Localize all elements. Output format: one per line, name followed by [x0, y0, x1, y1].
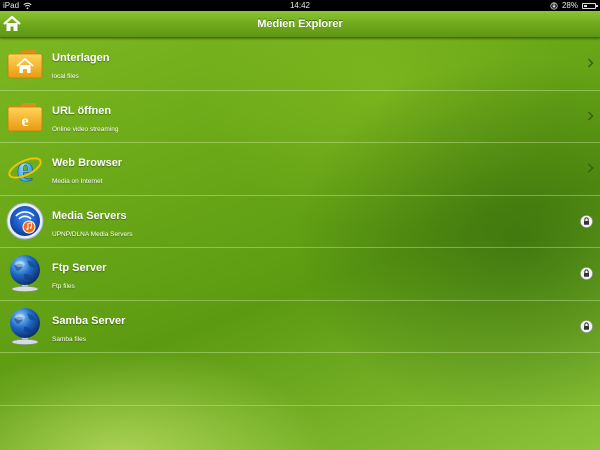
lock-icon: [580, 319, 593, 333]
list-item-web-browser[interactable]: e Web Browser Media on Internet: [0, 143, 600, 196]
svg-text:e: e: [21, 113, 28, 130]
item-title: Samba Server: [52, 314, 126, 327]
lock-icon: [580, 214, 593, 228]
status-time: 14:42: [289, 1, 311, 10]
battery-icon: [582, 2, 598, 9]
list-item-samba-server[interactable]: Samba Server Samba files: [0, 301, 600, 353]
item-title: Unterlagen: [52, 52, 110, 64]
navigation-bar: Medien Explorer: [0, 11, 600, 38]
item-subtitle: UPNP/DLNA Media Servers: [52, 230, 133, 238]
item-subtitle: Online video streaming: [52, 125, 119, 133]
list-item-unterlagen[interactable]: Unterlagen local files: [0, 38, 600, 91]
status-right: 28%: [550, 0, 598, 11]
media-server-icon: [6, 202, 44, 239]
battery-level: [584, 4, 587, 7]
battery-percent: 28%: [561, 1, 578, 10]
chevron-right-icon: [587, 110, 594, 121]
browser-icon: e: [8, 149, 42, 187]
page-title: Medien Explorer: [257, 18, 343, 30]
globe-server-icon: [10, 255, 40, 292]
item-subtitle: Ftp files: [52, 283, 75, 290]
app-screen: iPad 14:42 28% Medien Explorer Unterlage…: [0, 0, 600, 450]
url-folder-icon: e: [7, 102, 43, 131]
globe-server-icon: [10, 307, 40, 345]
list-item-ftp-server[interactable]: Ftp Server Ftp files: [0, 248, 600, 301]
chevron-right-icon: [587, 163, 594, 173]
item-subtitle: Samba files: [52, 335, 86, 343]
item-title: Ftp Server: [52, 262, 107, 274]
svg-text:e: e: [17, 149, 34, 187]
list-item-media-servers[interactable]: Media Servers UPNP/DLNA Media Servers: [0, 196, 600, 248]
item-title: URL öffnen: [52, 104, 112, 117]
status-bar: iPad 14:42 28%: [0, 0, 600, 11]
home-folder-icon: [7, 50, 43, 79]
item-subtitle: local files: [52, 73, 79, 80]
source-list: Unterlagen local files e URL öffnen Onli…: [0, 38, 600, 406]
lock-icon: [580, 267, 593, 280]
chevron-right-icon: [587, 58, 594, 68]
rotation-lock-icon: [550, 1, 558, 10]
empty-row: [0, 353, 600, 406]
item-subtitle: Media on Internet: [52, 178, 103, 185]
item-title: Web Browser: [52, 157, 123, 169]
list-item-url-oeffnen[interactable]: e URL öffnen Online video streaming: [0, 91, 600, 143]
item-title: Media Servers: [52, 209, 127, 222]
